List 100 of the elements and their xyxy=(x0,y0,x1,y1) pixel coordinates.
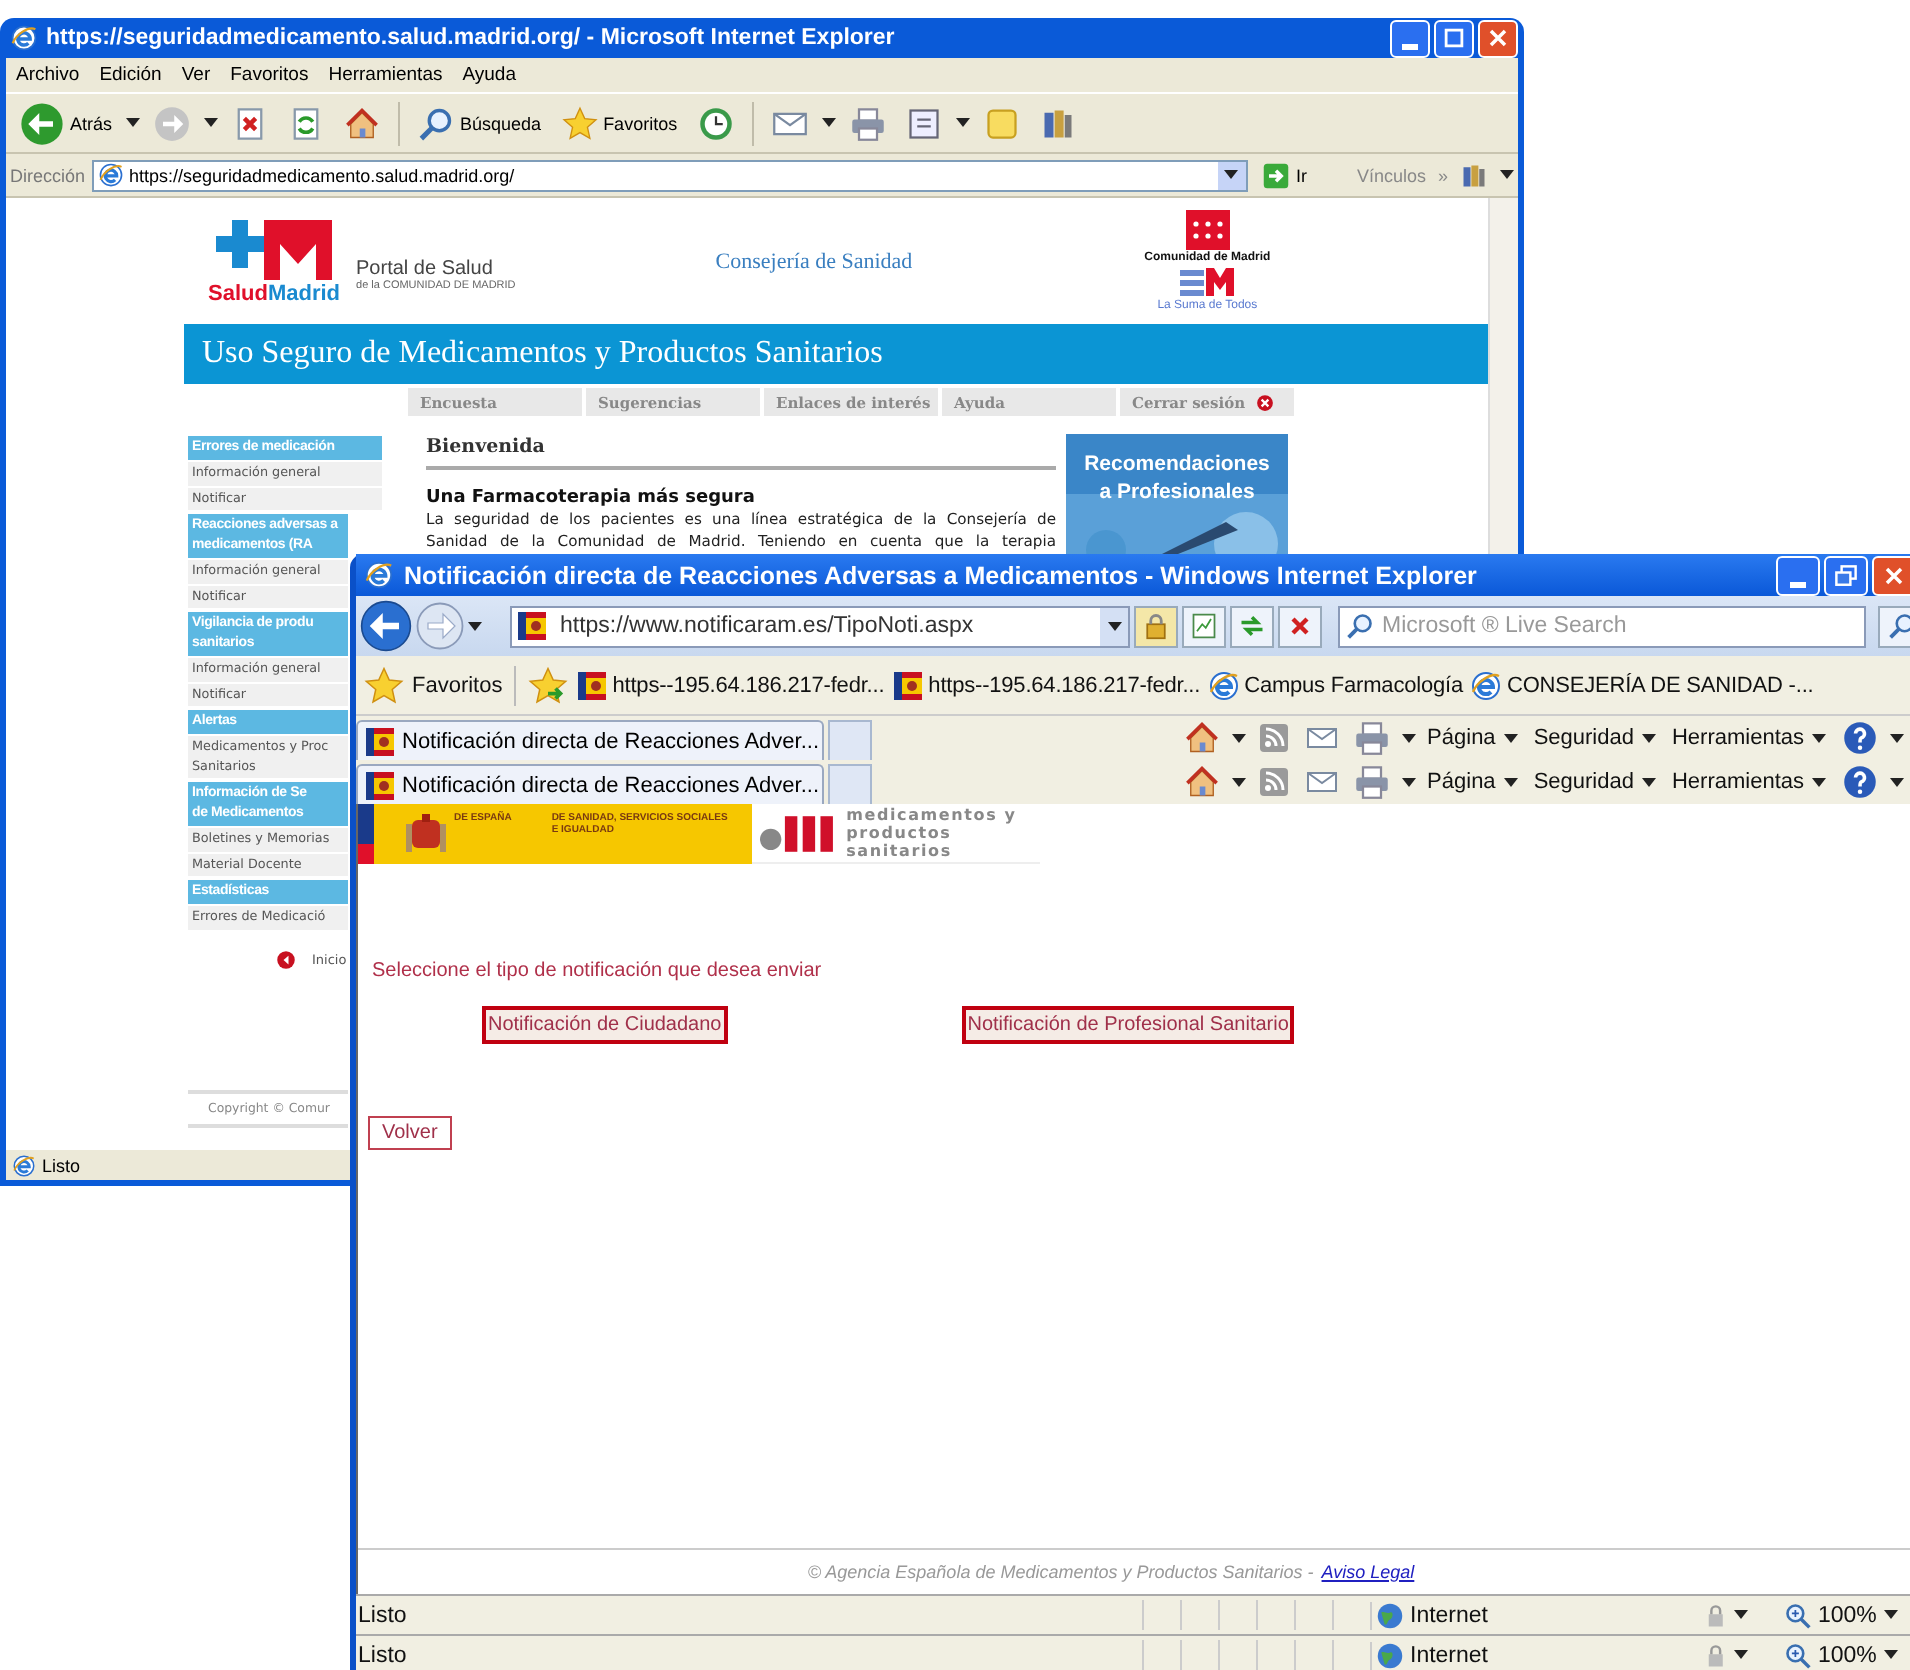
command-menu[interactable]: Seguridad xyxy=(1529,770,1660,794)
command-menu[interactable]: Página xyxy=(1423,770,1522,794)
caret-icon xyxy=(1224,170,1239,180)
flag-icon xyxy=(364,769,396,801)
minimize-button[interactable] xyxy=(1390,19,1430,57)
refresh-button[interactable] xyxy=(1230,605,1274,647)
mail-button[interactable] xyxy=(1301,766,1342,798)
house-icon xyxy=(1183,764,1220,800)
command-menu[interactable]: Página xyxy=(1423,726,1522,750)
caret-icon xyxy=(1890,733,1904,743)
restore-button[interactable] xyxy=(1824,555,1868,595)
menu-item[interactable]: Herramientas xyxy=(318,64,453,86)
zoom-button[interactable]: 100% xyxy=(1776,1601,1885,1629)
instruction-text: Seleccione el tipo de notificación que desea enviar xyxy=(372,960,824,982)
back-button[interactable]: Atrás xyxy=(14,97,119,149)
house-icon xyxy=(344,105,381,141)
mail-button[interactable] xyxy=(1301,722,1342,754)
star-icon xyxy=(561,105,598,141)
menu-item[interactable]: Archivo xyxy=(6,64,90,86)
close-icon xyxy=(1484,24,1512,52)
address-field[interactable]: https://www.notificaram.es/TipoNoti.aspx xyxy=(510,605,1130,647)
flag-icon xyxy=(516,610,548,642)
flag-icon xyxy=(364,725,396,757)
flag-strip-icon xyxy=(358,804,374,864)
minimize-icon xyxy=(1402,44,1418,50)
flag-icon xyxy=(892,669,925,701)
legal-link[interactable]: Aviso Legal xyxy=(1321,1562,1415,1582)
help-button[interactable] xyxy=(1838,720,1882,756)
favorite-link[interactable]: https--195.64.186.217-fedr... xyxy=(892,669,1201,701)
close-button[interactable] xyxy=(1872,555,1910,595)
caret-icon xyxy=(1641,777,1656,787)
search-button[interactable]: Búsqueda xyxy=(412,101,548,145)
caret-icon xyxy=(1401,733,1416,743)
help-icon xyxy=(1842,720,1878,756)
back-button[interactable]: Volver xyxy=(368,1116,452,1150)
menu-item[interactable]: Favoritos xyxy=(220,64,319,86)
printer-icon xyxy=(1353,764,1390,800)
search-icon xyxy=(1888,612,1910,640)
caret-icon xyxy=(1884,1650,1899,1660)
window-title: Notificación directa de Reacciones Adversas a Medicamentos - Windows Internet Explorer xyxy=(404,561,1477,589)
back-button[interactable] xyxy=(360,600,412,652)
books-icon xyxy=(1039,105,1076,141)
browser-tab[interactable]: Notificación directa de Reacciones Adver... xyxy=(356,764,824,804)
menu-item[interactable]: Ayuda xyxy=(452,64,526,86)
footer-text: © Agencia Española de Medicamentos y Productos Sanitarios - xyxy=(807,1562,1314,1582)
close-circle-icon xyxy=(1255,393,1274,411)
stop-button[interactable] xyxy=(1278,605,1322,647)
status-text: Listo xyxy=(356,1603,409,1627)
browser-tab[interactable]: Notificación directa de Reacciones Adver... xyxy=(356,720,824,760)
add-favorite-button[interactable] xyxy=(528,665,569,705)
favorites-button[interactable]: Favoritos xyxy=(364,665,503,705)
command-menu[interactable]: Seguridad xyxy=(1529,726,1660,750)
address-label: Dirección xyxy=(10,165,86,185)
search-icon xyxy=(1346,612,1374,640)
lock-icon xyxy=(1142,612,1170,640)
logo-icon xyxy=(1179,266,1236,298)
caret-icon xyxy=(1812,777,1826,787)
caret-icon xyxy=(1107,621,1121,631)
notification-type-button[interactable]: Notificación de Ciudadano xyxy=(482,1006,728,1044)
browser-icon xyxy=(12,1153,36,1177)
zoom-icon xyxy=(1784,1641,1812,1669)
minimize-button[interactable] xyxy=(1776,555,1820,595)
command-menu[interactable]: Herramientas xyxy=(1667,726,1830,750)
caret-icon xyxy=(1890,777,1904,787)
go-button[interactable]: Ir xyxy=(1253,161,1315,189)
help-button[interactable] xyxy=(1838,764,1882,800)
document-icon xyxy=(905,105,942,141)
favorite-link[interactable]: Campus Farmacología xyxy=(1208,669,1463,701)
section-heading: Bienvenida xyxy=(426,434,1056,470)
security-lock-button[interactable] xyxy=(1134,605,1178,647)
address-field[interactable]: https://seguridadmedicamento.salud.madrid.org/ xyxy=(91,159,1248,191)
maximize-icon xyxy=(1440,24,1468,52)
favorite-link[interactable]: https--195.64.186.217-fedr... xyxy=(576,669,885,701)
menu-item[interactable]: Edición xyxy=(89,64,172,86)
region-flag-icon xyxy=(1185,210,1230,250)
portal-name: Portal de Salud xyxy=(356,257,495,280)
zoom-button[interactable]: 100% xyxy=(1776,1641,1885,1669)
add-favorite-icon xyxy=(528,665,569,705)
browser-icon xyxy=(1208,669,1241,701)
caret-icon xyxy=(1231,777,1246,787)
printer-icon xyxy=(1353,720,1390,756)
minimize-icon xyxy=(1790,581,1806,587)
caret-icon xyxy=(1812,733,1826,743)
favorite-link[interactable]: CONSEJERÍA DE SANIDAD -... xyxy=(1470,669,1814,701)
printer-icon xyxy=(849,105,886,141)
feed-icon xyxy=(1257,722,1290,754)
compatibility-button[interactable] xyxy=(1182,605,1226,647)
notification-type-button[interactable]: Notificación de Profesional Sanitario xyxy=(961,1006,1295,1044)
department-name: Consejería de Sanidad xyxy=(715,249,913,273)
command-menu[interactable]: Herramientas xyxy=(1667,770,1830,794)
agency-name: medicamentos y productos sanitarios xyxy=(846,806,1019,860)
window-title: https://seguridadmedicamento.salud.madrid.org/ - Microsoft Internet Explorer xyxy=(46,26,895,50)
maximize-button[interactable] xyxy=(1434,19,1474,57)
browser-icon xyxy=(364,560,394,590)
caret-icon xyxy=(1734,1610,1748,1620)
caret-icon xyxy=(1503,733,1518,743)
favorites-button[interactable]: Favoritos xyxy=(555,101,684,145)
search-icon xyxy=(418,105,455,141)
menu-item[interactable]: Ver xyxy=(171,64,221,86)
close-button[interactable] xyxy=(1478,19,1518,57)
